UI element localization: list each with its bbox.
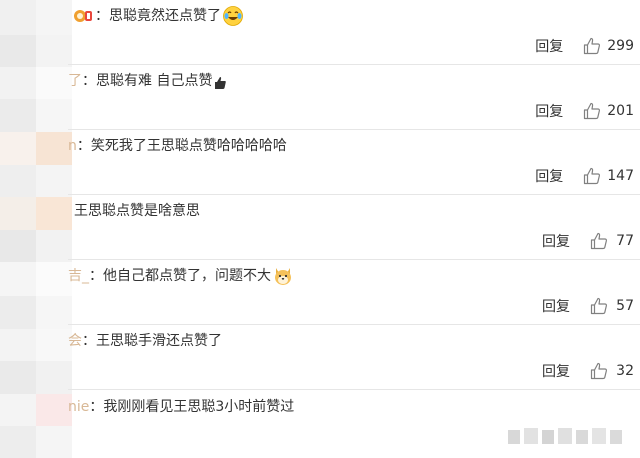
like-count: 299 [607, 38, 634, 54]
laughing-tears-emoji [223, 6, 243, 26]
reply-button[interactable]: 回复 [542, 231, 570, 251]
comment-line: 王思聪点赞是啥意思 [74, 199, 200, 223]
comment-item: 会 ： 王思聪手滑还点赞了 回复 32 [0, 325, 640, 390]
comment-username[interactable]: n [68, 134, 77, 158]
comment-actions: 回复 147 [535, 165, 634, 187]
blurred-watermark [506, 424, 626, 450]
comment-text: 王思聪手滑还点赞了 [96, 333, 222, 349]
comment-line: ： 思聪竟然还点赞了 [74, 4, 243, 28]
thumbs-up-icon [590, 232, 608, 250]
comment-line: 会 ： 王思聪手滑还点赞了 [68, 329, 222, 353]
comment-text: 王思聪点赞是啥意思 [74, 203, 200, 219]
comment-text: 我刚刚看见王思聪3小时前赞过 [103, 399, 295, 415]
like-button[interactable]: 201 [583, 102, 634, 120]
comment-line: n ： 笑死我了王思聪点赞哈哈哈哈哈 [68, 134, 287, 158]
comment-text: 思聪竟然还点赞了 [109, 8, 221, 24]
comment-text: 他自己都点赞了，问题不大 [103, 268, 271, 284]
thumbs-up-icon [584, 102, 601, 120]
comment-text: 思聪有难 自己点赞 [96, 73, 213, 89]
like-button[interactable]: 57 [590, 297, 634, 315]
reply-button[interactable]: 回复 [535, 166, 563, 186]
comment-username[interactable]: nie [68, 395, 89, 419]
comment-text: 笑死我了王思聪点赞哈哈哈哈哈 [90, 138, 287, 154]
reply-button[interactable]: 回复 [535, 36, 563, 56]
like-count: 201 [607, 103, 634, 119]
divider [68, 389, 640, 390]
like-count: 147 [607, 168, 634, 184]
comment-username[interactable]: 了 [68, 69, 82, 93]
comment-item: n ： 笑死我了王思聪点赞哈哈哈哈哈 回复 147 [0, 130, 640, 195]
vip-badge-icon [74, 8, 92, 24]
comment-actions: 回复 201 [535, 100, 634, 122]
like-button[interactable]: 299 [583, 37, 634, 55]
reply-button[interactable]: 回复 [542, 361, 570, 381]
comment-actions: 回复 299 [535, 35, 634, 57]
thumbs-up-icon [590, 297, 608, 315]
comment-actions: 回复 57 [542, 295, 634, 317]
comment-username[interactable]: 吉_ [68, 264, 89, 288]
like-button[interactable]: 77 [590, 232, 634, 250]
like-count: 32 [616, 363, 634, 379]
doge-emoji [273, 266, 293, 286]
comment-line: nie ： 我刚刚看见王思聪3小时前赞过 [68, 395, 294, 419]
comment-line: 了 ： 思聪有难 自己点赞 [68, 69, 227, 93]
like-count: 77 [616, 233, 634, 249]
comment-actions: 回复 77 [542, 230, 634, 252]
reply-button[interactable]: 回复 [542, 296, 570, 316]
comment-line: 吉_ ： 他自己都点赞了，问题不大 [68, 264, 293, 288]
comment-item: 王思聪点赞是啥意思 回复 77 [0, 195, 640, 260]
comment-item: 了 ： 思聪有难 自己点赞 回复 201 [0, 65, 640, 130]
thumbs-icon [213, 74, 227, 89]
thumbs-up-icon [584, 37, 601, 55]
comment-item: 吉_ ： 他自己都点赞了，问题不大 回复 57 [0, 260, 640, 325]
thumbs-up-icon [590, 362, 608, 380]
comment-username[interactable]: 会 [68, 329, 82, 353]
thumbs-up-icon [584, 167, 601, 185]
like-button[interactable]: 32 [590, 362, 634, 380]
comment-item: ： 思聪竟然还点赞了 回复 299 [0, 0, 640, 65]
reply-button[interactable]: 回复 [535, 101, 563, 121]
comment-actions: 回复 32 [542, 360, 634, 382]
like-button[interactable]: 147 [583, 167, 634, 185]
like-count: 57 [616, 298, 634, 314]
